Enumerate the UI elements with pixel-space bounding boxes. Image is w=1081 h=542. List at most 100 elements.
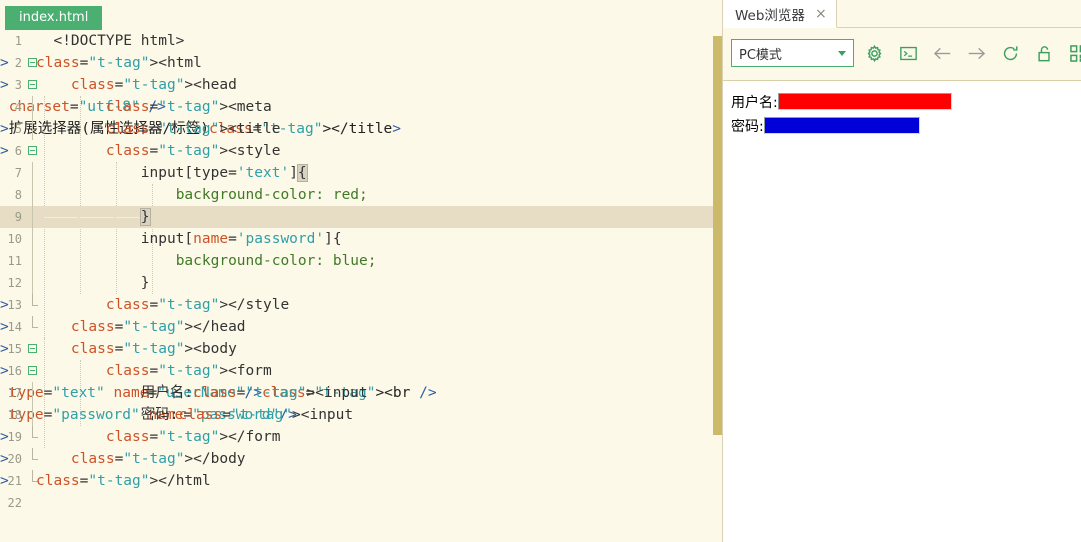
code-line-text: class="t-tag"><html	[36, 55, 202, 71]
code-line[interactable]: 22	[0, 492, 713, 514]
code-line[interactable]: 10 input[name='password']{	[0, 228, 713, 250]
qrcode-icon[interactable]	[1065, 40, 1081, 66]
code-line-text: class="t-tag"></style	[105, 297, 290, 313]
browser-toolbar-icons	[861, 39, 1081, 67]
web-browser-pane: Web浏览器 × PC模式 用户名: 密码:	[723, 0, 1081, 542]
browser-tab-bar: Web浏览器 ×	[723, 0, 1081, 28]
code-line[interactable]: 4 class="t-tag"><meta charset="utf-8" />	[0, 96, 713, 118]
code-line-text: class="t-tag"></head	[70, 319, 246, 335]
fold-guide	[32, 118, 33, 140]
password-input[interactable]	[763, 117, 920, 134]
code-line-text: class="t-tag"><form	[105, 363, 272, 379]
line-number: 9	[14, 210, 22, 224]
editor-code-viewport[interactable]: 1 <!DOCTYPE html> 2 class="t-tag"><html >3 …	[0, 30, 713, 542]
gear-icon[interactable]	[861, 40, 887, 66]
code-line[interactable]: 20 class="t-tag"></body >	[0, 448, 713, 470]
fold-guide	[32, 184, 33, 206]
line-number: 18	[7, 408, 22, 422]
code-line-text: <!DOCTYPE html>	[36, 33, 185, 49]
code-line[interactable]: 18 密码:class="t-tag"><input type="passwor…	[0, 404, 713, 426]
forward-icon[interactable]	[963, 40, 989, 66]
line-number: 8	[14, 188, 22, 202]
code-line[interactable]: 7 input[type='text']{	[0, 162, 713, 184]
fold-guide	[32, 206, 33, 228]
code-editor-pane: index.html 1 <!DOCTYPE html> 2 class="t-ta…	[0, 0, 713, 542]
line-number: 17	[7, 386, 22, 400]
code-line-text: class="t-tag"><body	[70, 341, 237, 357]
line-number: 12	[7, 276, 22, 290]
code-line-text: class="t-tag"></form	[105, 429, 281, 445]
device-mode-select[interactable]: PC模式	[731, 39, 854, 67]
line-number: 6	[14, 144, 22, 158]
code-line-text: input[name='password']{	[36, 231, 342, 247]
console-icon[interactable]	[895, 40, 921, 66]
line-number: 22	[7, 496, 22, 510]
code-line-text: input[type='text']{	[36, 164, 308, 182]
fold-guide	[32, 228, 33, 250]
code-line-text: class="t-tag"></html	[36, 473, 211, 489]
code-line-text: class="t-tag"><title	[105, 121, 281, 137]
code-line-text: }	[139, 208, 151, 226]
code-line[interactable]: 16 class="t-tag"><form >	[0, 360, 713, 382]
code-line[interactable]: 5 class="t-tag"><title >扩展选择器(属性选择器/标签)cl…	[0, 118, 713, 140]
editor-file-tab[interactable]: index.html	[5, 6, 103, 30]
line-number: 19	[7, 430, 22, 444]
editor-scrollbar-thumb[interactable]	[713, 36, 722, 435]
fold-guide	[32, 272, 33, 294]
code-line-text: background-color: blue;	[175, 253, 377, 269]
code-line[interactable]: 17 用户名:class="t-tag"><input type="text" …	[0, 382, 713, 404]
fold-guide	[32, 404, 33, 426]
line-number: 16	[7, 364, 22, 378]
line-number: 11	[7, 254, 22, 268]
code-line[interactable]: 3 class="t-tag"><head >	[0, 74, 713, 96]
code-line[interactable]: 19 class="t-tag"></form >	[0, 426, 713, 448]
code-line[interactable]: 14 class="t-tag"></head >	[0, 316, 713, 338]
code-line[interactable]: 11 background-color: blue;	[0, 250, 713, 272]
editor-vertical-scrollbar[interactable]	[713, 0, 722, 542]
line-number: 5	[14, 122, 22, 136]
code-line-text: 密码:class="t-tag"><input	[36, 407, 354, 423]
code-line[interactable]: 8 background-color: red;	[0, 184, 713, 206]
line-number: 21	[7, 474, 22, 488]
code-line-text: background-color: red;	[175, 187, 368, 203]
fold-guide	[32, 250, 33, 272]
code-line-text: class="t-tag"><style	[105, 143, 281, 159]
code-line[interactable]: 9 }	[0, 206, 713, 228]
code-line[interactable]: 6 class="t-tag"><style >	[0, 140, 713, 162]
code-line[interactable]: 2 class="t-tag"><html >	[0, 52, 713, 74]
code-line[interactable]: 21 class="t-tag"></html >	[0, 470, 713, 492]
line-number: 14	[7, 320, 22, 334]
code-line-text: class="t-tag"></body	[70, 451, 246, 467]
line-number: 20	[7, 452, 22, 466]
refresh-icon[interactable]	[997, 40, 1023, 66]
chevron-down-icon[interactable]	[838, 50, 846, 56]
line-number: 4	[14, 100, 22, 114]
code-line-text: 用户名:class="t-tag"><input	[36, 385, 368, 401]
code-line-text: class="t-tag"><head	[70, 77, 237, 93]
lock-icon[interactable]	[1031, 40, 1057, 66]
line-number: 7	[14, 166, 22, 180]
browser-tab-web[interactable]: Web浏览器 ×	[723, 0, 837, 28]
username-input[interactable]	[777, 93, 952, 110]
select-divider	[833, 43, 834, 63]
line-number: 15	[7, 342, 22, 356]
close-icon[interactable]: ×	[815, 7, 827, 21]
code-line-text: }	[36, 275, 150, 291]
line-number: 2	[14, 56, 22, 70]
code-line-text: class="t-tag"><meta	[105, 99, 272, 115]
password-row: 密码:	[731, 115, 1081, 136]
browser-toolbar: PC模式	[723, 28, 1081, 81]
code-line[interactable]: 13 class="t-tag"></style >	[0, 294, 713, 316]
password-label: 密码:	[731, 118, 764, 135]
code-line[interactable]: 1 <!DOCTYPE html>	[0, 30, 713, 52]
fold-guide	[32, 382, 33, 404]
line-number: 10	[7, 232, 22, 246]
back-icon[interactable]	[929, 40, 955, 66]
device-mode-value: PC模式	[739, 47, 782, 63]
username-label: 用户名:	[731, 94, 778, 111]
username-row: 用户名:	[731, 91, 1081, 112]
code-line[interactable]: 15 class="t-tag"><body >	[0, 338, 713, 360]
code-area[interactable]: 1 <!DOCTYPE html> 2 class="t-tag"><html >3 …	[0, 30, 713, 514]
editor-tab-bar: index.html	[0, 0, 713, 30]
code-line[interactable]: 12 }	[0, 272, 713, 294]
